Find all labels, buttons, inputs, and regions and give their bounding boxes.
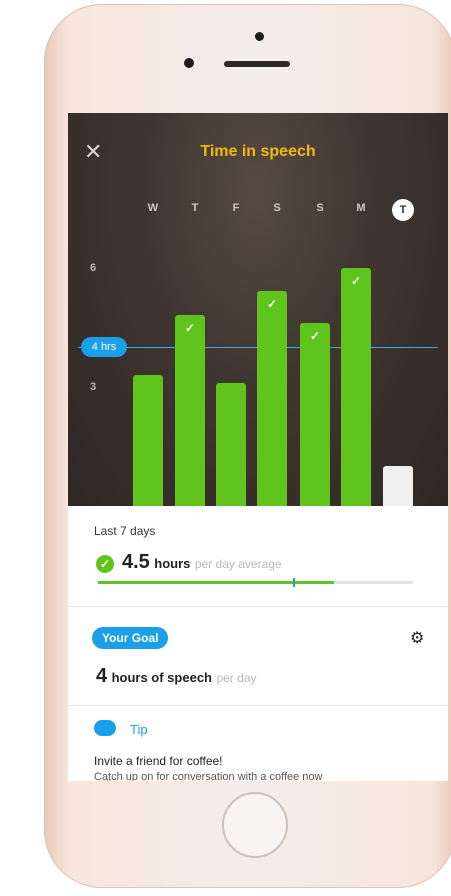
tip-card: Tip Invite a friend for coffee! Catch up…: [68, 706, 448, 781]
progress-fill: [98, 581, 335, 584]
front-camera: [184, 58, 194, 68]
goal-row: 4 hours of speech per day: [96, 665, 256, 688]
chart-bar[interactable]: ✓: [175, 315, 205, 506]
speech-bubble-icon: [94, 720, 116, 736]
chart-bar[interactable]: [216, 382, 246, 506]
gear-icon[interactable]: ⚙: [410, 628, 424, 648]
tip-label: Tip: [130, 722, 148, 737]
app-screen: ✕ Time in speech WTFSSMT 364 hrs ✓ ✓ ✓ ✓ Las…: [68, 113, 448, 781]
average-unit: hours: [154, 556, 191, 571]
goal-met-check-icon: ✓: [266, 297, 278, 312]
bar-chart: 3 6 4 hrs ✓ ✓ ✓ ✓: [68, 113, 448, 506]
average-progress: [98, 578, 413, 587]
goal-badge[interactable]: Your Goal: [92, 627, 169, 649]
tip-text: Invite a friend for coffee!: [94, 754, 223, 768]
front-sensor: [255, 32, 264, 41]
goal-marker: [293, 578, 296, 587]
earpiece-speaker: [224, 61, 290, 67]
y-tick-label: 6: [90, 261, 97, 274]
check-icon: ✓: [96, 555, 114, 573]
goal-met-check-icon: ✓: [350, 273, 362, 288]
average-row: 4.5 hours per day average: [122, 551, 282, 574]
average-value: 4.5: [122, 551, 150, 573]
average-suffix: per day average: [194, 557, 282, 571]
tip-subtext: Catch up on for conversation with a coff…: [94, 771, 323, 781]
goal-unit: hours of speech: [111, 670, 212, 685]
chart-bar[interactable]: ✓: [300, 323, 330, 506]
goal-value: 4: [96, 665, 108, 687]
goal-met-check-icon: ✓: [309, 329, 321, 344]
chart-bar[interactable]: [383, 466, 413, 506]
home-button[interactable]: [222, 792, 288, 858]
y-tick-label: 3: [90, 380, 97, 393]
chart-bar[interactable]: ✓: [257, 291, 287, 506]
chart-bar[interactable]: [133, 374, 163, 506]
goal-suffix: per day: [216, 671, 257, 685]
chart-bar[interactable]: ✓: [341, 267, 371, 506]
period-label: Last 7 days: [94, 524, 156, 538]
chart-panel: ✕ Time in speech WTFSSMT 364 hrs ✓ ✓ ✓ ✓: [68, 113, 448, 506]
goal-met-check-icon: ✓: [184, 321, 196, 336]
summary-card: Last 7 days ✓ 4.5 hours per day average: [68, 506, 448, 607]
goal-card: Your Goal ⚙ 4 hours of speech per day: [68, 607, 448, 706]
goal-line-label: 4 hrs: [81, 337, 127, 358]
